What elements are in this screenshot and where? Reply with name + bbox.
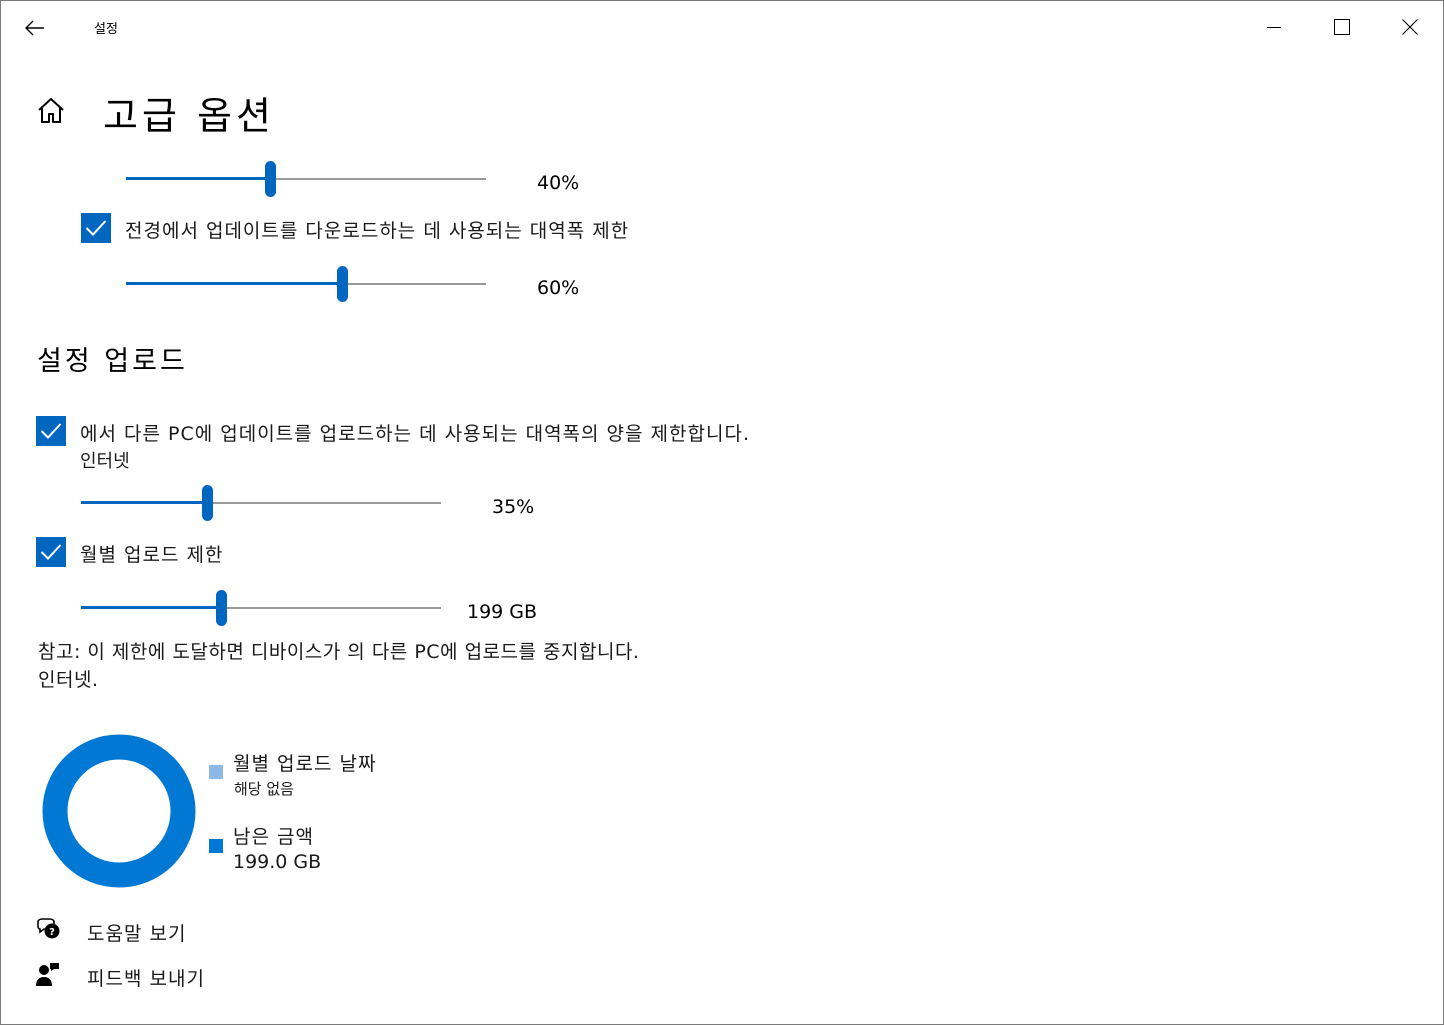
svg-text:?: ? [49,927,55,938]
checkmark-icon [40,423,62,439]
legend-remaining-title: 남은 금액 [233,826,314,848]
upload-bandwidth-label: 에서 다른 PC에 업데이트를 업로드하는 데 사용되는 대역폭의 양을 제한합… [80,423,751,445]
minimize-icon [1267,27,1281,28]
legend-swatch-used [209,765,223,779]
app-title: 설정 [94,22,118,37]
upload-bandwidth-value: 35% [492,496,535,518]
monthly-upload-label: 월별 업로드 제한 [80,544,224,566]
legend-used-title: 월별 업로드 날짜 [233,753,377,775]
download-foreground-value: 60% [537,277,580,299]
legend-remaining-value: 199.0 GB [233,851,322,873]
upload-section-title: 설정 업로드 [37,346,188,377]
slider-fill [126,282,342,285]
home-icon [38,98,64,123]
upload-usage-donut [42,734,196,888]
back-arrow-icon [25,20,44,36]
close-button[interactable] [1387,5,1433,49]
legend-swatch-remaining [209,839,223,853]
back-button[interactable] [15,9,55,47]
slider-fill [81,501,207,504]
download-foreground-label: 전경에서 업데이트를 다운로드하는 데 사용되는 대역폭 제한 [125,220,630,242]
slider-fill [126,177,270,180]
monthly-upload-slider[interactable] [81,588,441,628]
slider-thumb[interactable] [202,485,213,521]
checkmark-icon [40,544,62,560]
maximize-icon [1334,19,1350,35]
slider-thumb[interactable] [265,161,276,197]
feedback-icon[interactable] [35,961,61,987]
checkmark-icon [85,220,107,236]
page-title: 고급 옵션 [103,94,275,138]
slider-fill [81,606,222,609]
monthly-upload-checkbox[interactable] [36,537,66,567]
upload-bandwidth-checkbox[interactable] [36,416,66,446]
maximize-button[interactable] [1319,5,1365,49]
download-foreground-checkbox[interactable] [81,213,111,243]
close-icon [1402,19,1418,35]
help-chat-icon[interactable]: ? [35,916,61,942]
download-background-value: 40% [537,172,580,194]
minimize-button[interactable] [1251,5,1297,49]
slider-thumb[interactable] [337,266,348,302]
upload-note-line1: 참고: 이 제한에 도달하면 디바이스가 의 다른 PC에 업로드를 중지합니다… [38,641,640,663]
help-link[interactable]: 도움말 보기 [87,919,186,946]
settings-window: 설정 고급 옵션 40% 전경에서 업데이트를 다운로드하는 데 사용되는 대역… [0,0,1444,1025]
donut-remaining-ring [42,734,196,888]
slider-thumb[interactable] [216,590,228,626]
download-background-slider[interactable] [126,159,486,199]
legend-used-value: 해당 없음 [234,780,294,798]
upload-bandwidth-slider[interactable] [81,483,441,523]
upload-bandwidth-label-cont: 인터넷 [80,451,130,472]
upload-note-line2: 인터넷. [38,669,99,691]
download-foreground-slider[interactable] [126,264,486,304]
upload-note: 참고: 이 제한에 도달하면 디바이스가 의 다른 PC에 업로드를 중지합니다… [38,638,639,694]
feedback-link[interactable]: 피드백 보내기 [87,964,205,991]
monthly-upload-value: 199 GB [467,601,538,623]
home-button[interactable] [35,95,67,127]
